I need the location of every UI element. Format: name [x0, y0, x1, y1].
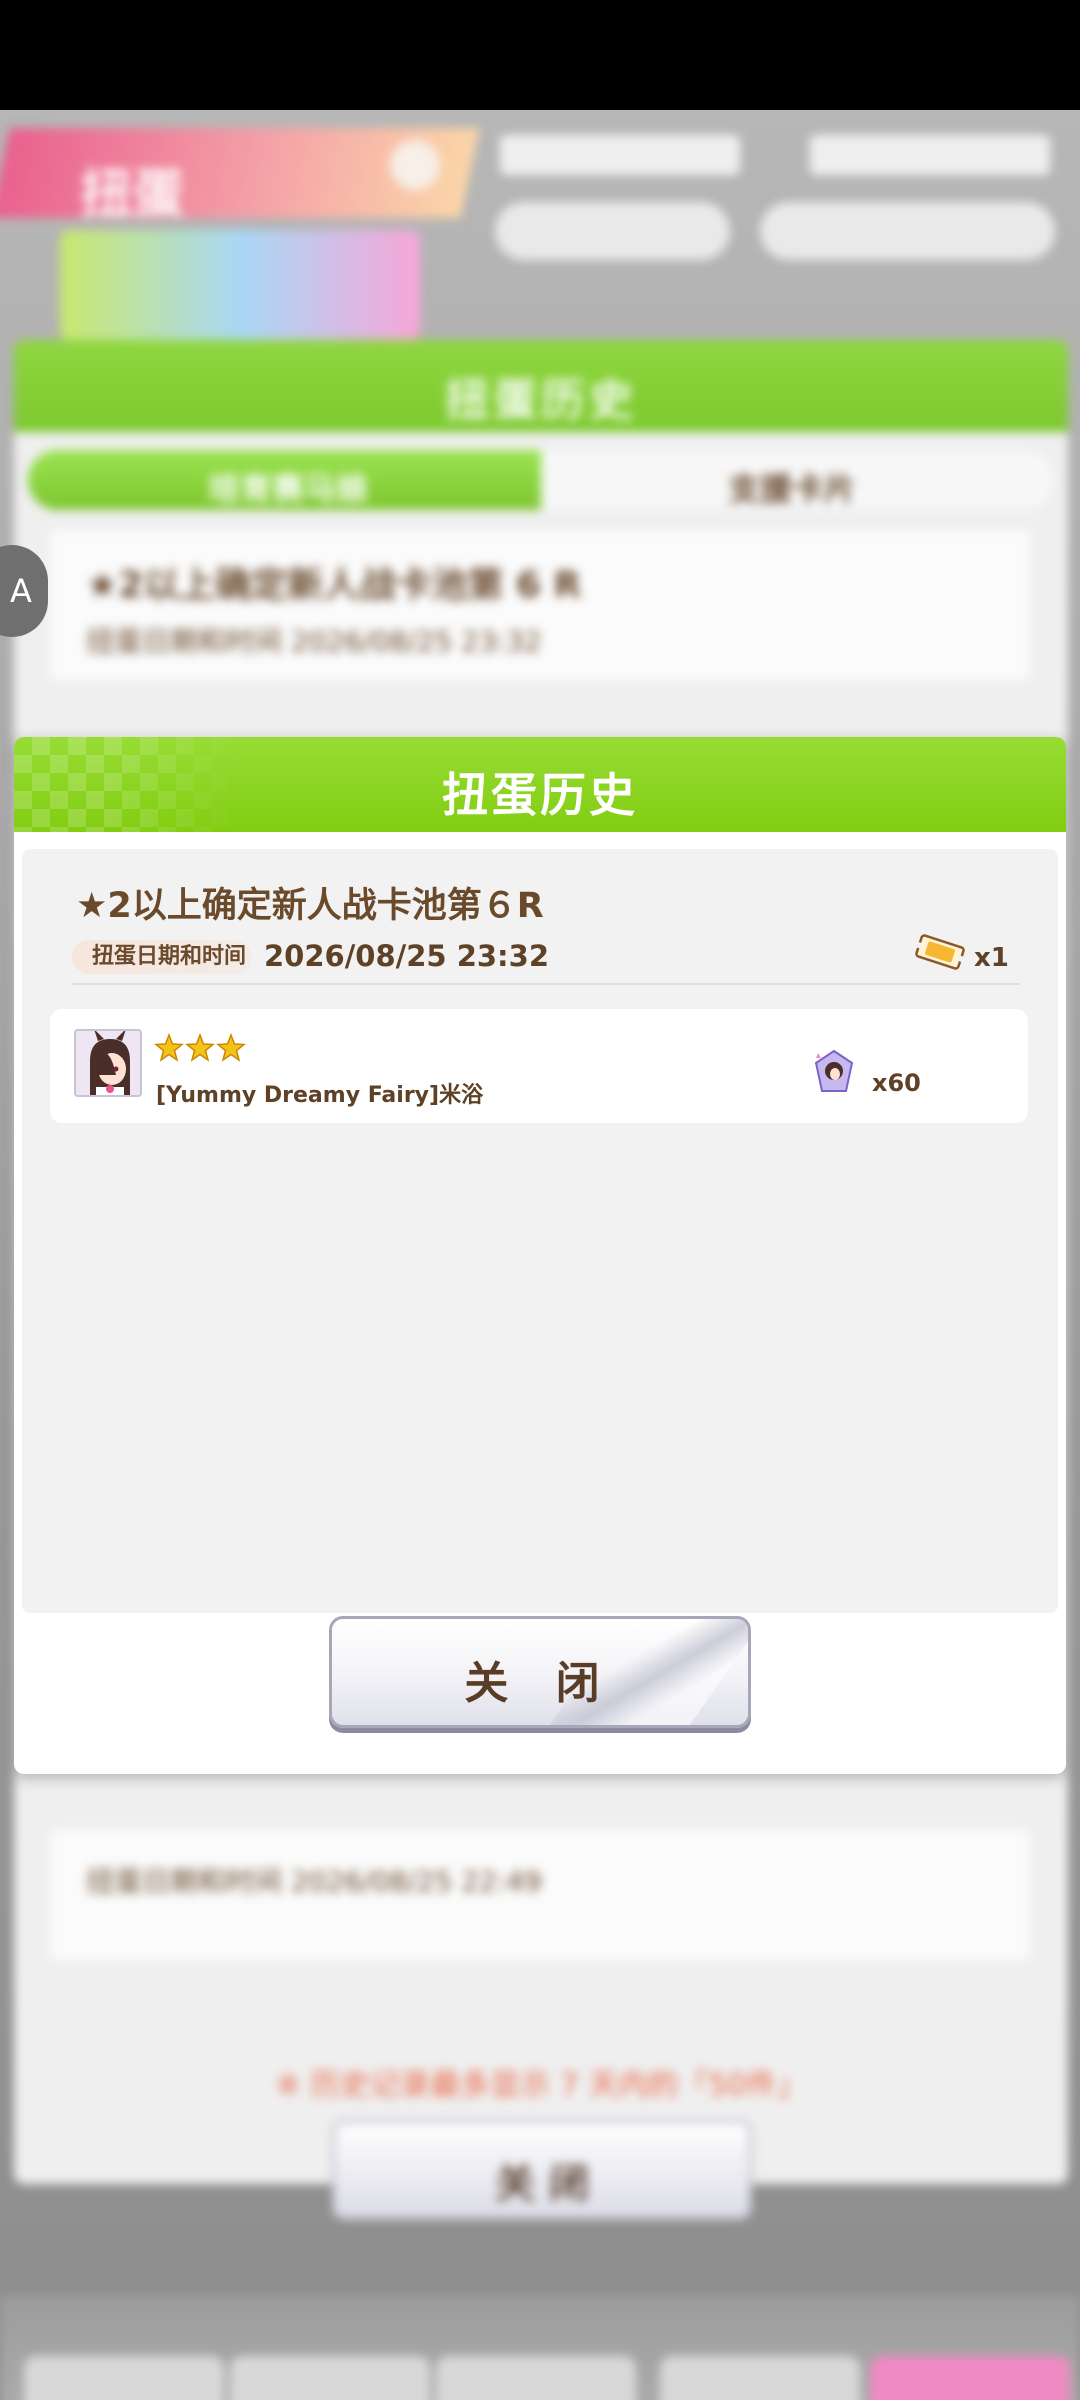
bg-panel-title: 扭蛋历史	[445, 375, 637, 426]
character-name: [Yummy Dreamy Fairy]米浴	[156, 1083, 484, 1108]
bg-entry-title: ★2以上确定新人战卡池第 6 R	[86, 565, 582, 606]
bg-resource-bar	[810, 135, 1050, 175]
bg-close-button: 关 闭	[332, 2120, 752, 2220]
bg-entry-date: 扭蛋日期和时间 2026/08/25 23:32	[86, 625, 542, 658]
bg-tab-label: 培育赛马娘	[208, 470, 369, 508]
bg-nav-item	[24, 2356, 224, 2400]
gacha-result-row[interactable]: [Yummy Dreamy Fairy]米浴 x60	[50, 1009, 1028, 1123]
date-value: 2026/08/25 23:32	[264, 939, 550, 973]
dialog-title: 扭蛋历史	[442, 768, 638, 822]
bg-bottom-nav	[0, 2296, 1080, 2400]
character-piece-icon	[814, 1049, 854, 1092]
dialog-header: 扭蛋历史	[14, 737, 1066, 832]
side-floating-label: A	[10, 572, 32, 610]
bg-logo	[60, 230, 420, 340]
bg-history-entry: ★2以上确定新人战卡池第 6 R 扭蛋日期和时间 2026/08/25 23:3…	[50, 530, 1030, 680]
status-bar	[0, 0, 1080, 110]
bg-close-label: 关 闭	[495, 2161, 589, 2207]
bg-banner-title: 扭蛋	[80, 165, 185, 225]
bg-history-entry: 扭蛋日期和时间 2026/08/25 22:49	[50, 1830, 1030, 1960]
piece-count: x60	[872, 1069, 921, 1097]
character-avatar-icon	[74, 1029, 142, 1097]
close-button[interactable]: 关 闭	[329, 1616, 751, 1728]
close-button-label: 关 闭	[464, 1658, 616, 1709]
bg-tab-label: 支援卡片	[728, 470, 857, 508]
bg-pill-button	[495, 202, 730, 260]
rarity-stars-icon	[154, 1033, 246, 1062]
bg-entry-date: 扭蛋日期和时间 2026/08/25 22:49	[86, 1865, 542, 1898]
bg-nav-item	[660, 2356, 860, 2400]
ticket-count: x1	[974, 943, 1009, 973]
bg-tab-control: 培育赛马娘 支援卡片	[28, 450, 1054, 510]
bg-nav-item	[870, 2356, 1070, 2400]
bg-pill-button	[760, 202, 1055, 260]
bg-help-icon	[390, 140, 440, 190]
bg-nav-item	[436, 2356, 636, 2400]
pool-title: ★2以上确定新人战卡池第６R	[76, 886, 544, 926]
gacha-history-dialog: 扭蛋历史 ★2以上确定新人战卡池第６R 扭蛋日期和时间 2026/08/25 2…	[14, 737, 1066, 1774]
bg-history-note: ※ 历史记录最多显示 7 天内的「50件」	[275, 2068, 807, 2103]
divider	[72, 983, 1020, 985]
bg-resource-bar	[500, 135, 740, 175]
bg-panel-header: 扭蛋历史	[14, 340, 1068, 432]
date-label-badge: 扭蛋日期和时间	[72, 940, 252, 974]
bg-nav-item	[230, 2356, 430, 2400]
gacha-ticket-icon	[915, 934, 965, 970]
